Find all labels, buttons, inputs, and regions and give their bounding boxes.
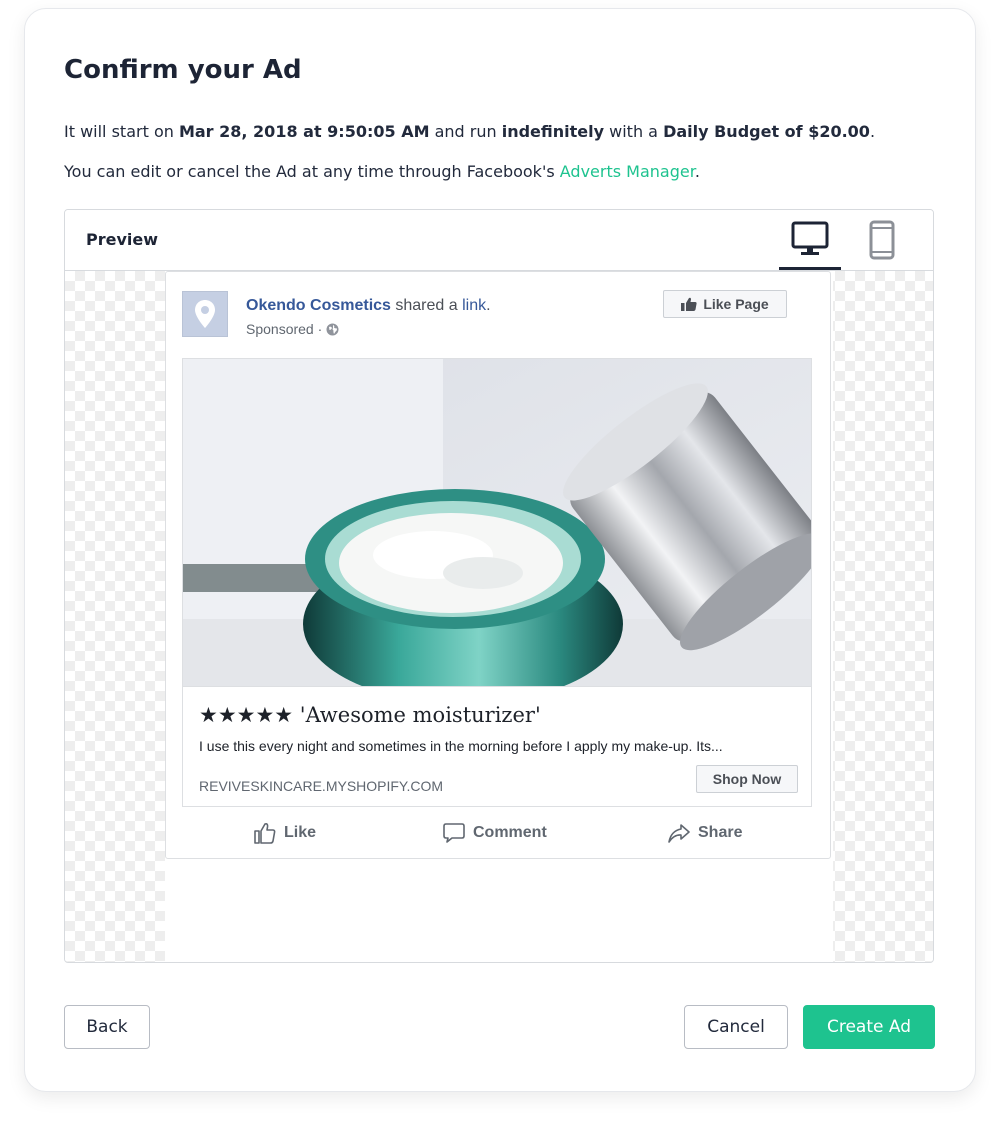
ad-headline: ★★★★★ 'Awesome moisturizer' <box>199 703 541 727</box>
desktop-preview-tab[interactable] <box>779 210 841 270</box>
comment-label: Comment <box>473 824 547 841</box>
page-name-link[interactable]: Okendo Cosmetics <box>246 297 391 314</box>
summary-text: It will start on <box>64 122 179 141</box>
ad-description: I use this every night and sometimes in … <box>199 738 723 754</box>
like-page-button[interactable]: Like Page <box>663 290 787 318</box>
shared-text: shared a <box>390 297 463 314</box>
like-page-label: Like Page <box>703 296 769 312</box>
sponsored-label: Sponsored · <box>246 321 339 337</box>
moisturizer-jar-photo <box>183 359 811 686</box>
ad-link-card[interactable]: ★★★★★ 'Awesome moisturizer' I use this e… <box>182 687 812 807</box>
page-avatar <box>182 291 228 337</box>
preview-header: Preview <box>65 210 933 271</box>
like-icon <box>254 823 276 844</box>
confirm-ad-card: Confirm your Ad It will start on Mar 28,… <box>24 8 976 1092</box>
daily-budget: Daily Budget of $20.00 <box>663 122 870 141</box>
preview-label: Preview <box>86 230 159 249</box>
desktop-icon <box>791 221 829 255</box>
create-ad-button[interactable]: Create Ad <box>803 1005 935 1049</box>
ad-preview-panel: Preview Okendo Cosmetics shared a link. … <box>64 209 934 963</box>
shared-link[interactable]: link <box>462 297 486 314</box>
share-label: Share <box>698 824 743 841</box>
back-button[interactable]: Back <box>64 1005 150 1049</box>
ad-product-image[interactable] <box>182 358 812 687</box>
shared-text: . <box>486 297 491 314</box>
post-header: Okendo Cosmetics shared a link. <box>246 297 491 315</box>
facebook-ad-post: Okendo Cosmetics shared a link. Sponsore… <box>165 271 831 859</box>
share-action[interactable]: Share <box>668 815 742 851</box>
location-pin-icon <box>195 300 215 328</box>
mobile-icon <box>869 220 895 260</box>
comment-icon <box>443 823 465 843</box>
start-date: Mar 28, 2018 at 9:50:05 AM <box>178 122 430 141</box>
comment-action[interactable]: Comment <box>443 815 547 851</box>
adverts-manager-link[interactable]: Adverts Manager <box>560 162 695 181</box>
note-text: You can edit or cancel the Ad at any tim… <box>64 162 560 181</box>
share-icon <box>668 824 690 843</box>
note-text: . <box>694 162 700 181</box>
mobile-preview-tab[interactable] <box>851 210 913 270</box>
like-action[interactable]: Like <box>254 815 316 851</box>
globe-icon <box>326 323 339 335</box>
summary-text: and run <box>429 122 502 141</box>
thumbs-up-icon <box>681 297 697 311</box>
summary-text: with a <box>604 122 664 141</box>
page-title: Confirm your Ad <box>64 55 302 85</box>
ad-domain: REVIVESKINCARE.MYSHOPIFY.COM <box>199 778 444 794</box>
schedule-summary: It will start on Mar 28, 2018 at 9:50:05… <box>64 122 875 141</box>
like-label: Like <box>284 824 317 841</box>
edit-note: You can edit or cancel the Ad at any tim… <box>64 162 700 181</box>
summary-text: . <box>869 122 876 141</box>
sponsored-text: Sponsored · <box>246 321 323 337</box>
run-duration: indefinitely <box>501 122 605 141</box>
shop-now-button[interactable]: Shop Now <box>696 765 798 793</box>
cancel-button[interactable]: Cancel <box>684 1005 788 1049</box>
post-actions: Like Comment Share <box>166 815 830 851</box>
